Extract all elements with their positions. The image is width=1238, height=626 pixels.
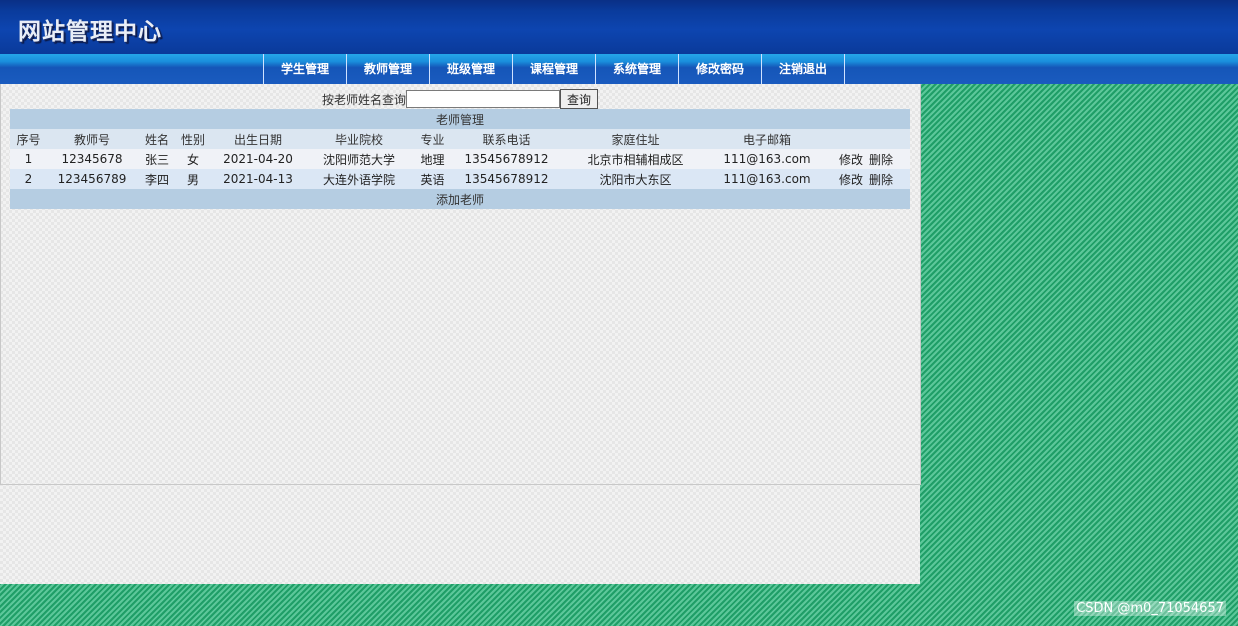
- table-title-row: 老师管理: [10, 109, 911, 129]
- column-header: 教师号: [47, 129, 137, 149]
- column-header: 联系电话: [454, 129, 559, 149]
- cell-major: 英语: [411, 169, 454, 189]
- main-nav: 学生管理 教师管理 班级管理 课程管理 系统管理 修改密码 注销退出: [263, 54, 845, 84]
- column-header: 序号: [10, 129, 47, 149]
- csdn-watermark: CSDN @m0_71054657: [1074, 601, 1226, 616]
- edit-link[interactable]: 修改: [839, 173, 863, 187]
- cell-phone: 13545678912: [454, 169, 559, 189]
- cell-gender: 男: [177, 169, 209, 189]
- cell-email: 111@163.com: [712, 149, 822, 169]
- nav-item-system-management[interactable]: 系统管理: [595, 54, 678, 84]
- main-content: 按老师姓名查询 查询 老师管理 序号 教师号 姓名 性别 出生日期 毕业院校 专…: [0, 84, 921, 584]
- nav-item-student-management[interactable]: 学生管理: [263, 54, 346, 84]
- cell-index: 1: [10, 149, 47, 169]
- cell-teacher-id: 123456789: [47, 169, 137, 189]
- teacher-name-search-input[interactable]: [406, 90, 561, 108]
- cell-teacher-id: 12345678: [47, 149, 137, 169]
- cell-index: 2: [10, 169, 47, 189]
- site-logo: 网站管理中心: [18, 19, 162, 45]
- cell-school: 大连外语学院: [307, 169, 411, 189]
- cell-phone: 13545678912: [454, 149, 559, 169]
- cell-actions: 修改 删除: [822, 149, 911, 169]
- nav-item-change-password[interactable]: 修改密码: [678, 54, 761, 84]
- table-header-row: 序号 教师号 姓名 性别 出生日期 毕业院校 专业 联系电话 家庭住址 电子邮箱: [10, 129, 911, 149]
- cell-address: 北京市相辅相成区: [559, 149, 712, 169]
- cell-major: 地理: [411, 149, 454, 169]
- teacher-search: 按老师姓名查询 查询: [322, 89, 599, 109]
- cell-name: 李四: [137, 169, 177, 189]
- edit-link[interactable]: 修改: [839, 153, 863, 167]
- delete-link[interactable]: 删除: [869, 173, 893, 187]
- site-header: 网站管理中心: [0, 0, 1238, 54]
- column-header: 性别: [177, 129, 209, 149]
- nav-item-teacher-management[interactable]: 教师管理: [346, 54, 429, 84]
- column-header: 出生日期: [209, 129, 307, 149]
- add-teacher-link[interactable]: 添加老师: [10, 189, 911, 209]
- delete-link[interactable]: 删除: [869, 153, 893, 167]
- cell-actions: 修改 删除: [822, 169, 911, 189]
- cell-name: 张三: [137, 149, 177, 169]
- teacher-table: 老师管理 序号 教师号 姓名 性别 出生日期 毕业院校 专业 联系电话 家庭住址…: [10, 109, 911, 209]
- cell-birth-date: 2021-04-20: [209, 149, 307, 169]
- nav-item-class-management[interactable]: 班级管理: [429, 54, 512, 84]
- nav-item-logout[interactable]: 注销退出: [761, 54, 845, 84]
- nav-item-course-management[interactable]: 课程管理: [512, 54, 595, 84]
- table-row: 1 12345678 张三 女 2021-04-20 沈阳师范大学 地理 135…: [10, 149, 911, 169]
- column-header: 家庭住址: [559, 129, 712, 149]
- search-label: 按老师姓名查询: [322, 92, 407, 107]
- table-title: 老师管理: [10, 109, 911, 129]
- column-header: [822, 129, 911, 149]
- column-header: 电子邮箱: [712, 129, 822, 149]
- nav-bar: 学生管理 教师管理 班级管理 课程管理 系统管理 修改密码 注销退出: [0, 54, 1238, 84]
- column-header: 毕业院校: [307, 129, 411, 149]
- cell-birth-date: 2021-04-13: [209, 169, 307, 189]
- table-row: 2 123456789 李四 男 2021-04-13 大连外语学院 英语 13…: [10, 169, 911, 189]
- cell-school: 沈阳师范大学: [307, 149, 411, 169]
- cell-address: 沈阳市大东区: [559, 169, 712, 189]
- cell-email: 111@163.com: [712, 169, 822, 189]
- add-teacher-row: 添加老师: [10, 189, 911, 209]
- column-header: 专业: [411, 129, 454, 149]
- column-header: 姓名: [137, 129, 177, 149]
- search-button[interactable]: 查询: [560, 89, 599, 109]
- cell-gender: 女: [177, 149, 209, 169]
